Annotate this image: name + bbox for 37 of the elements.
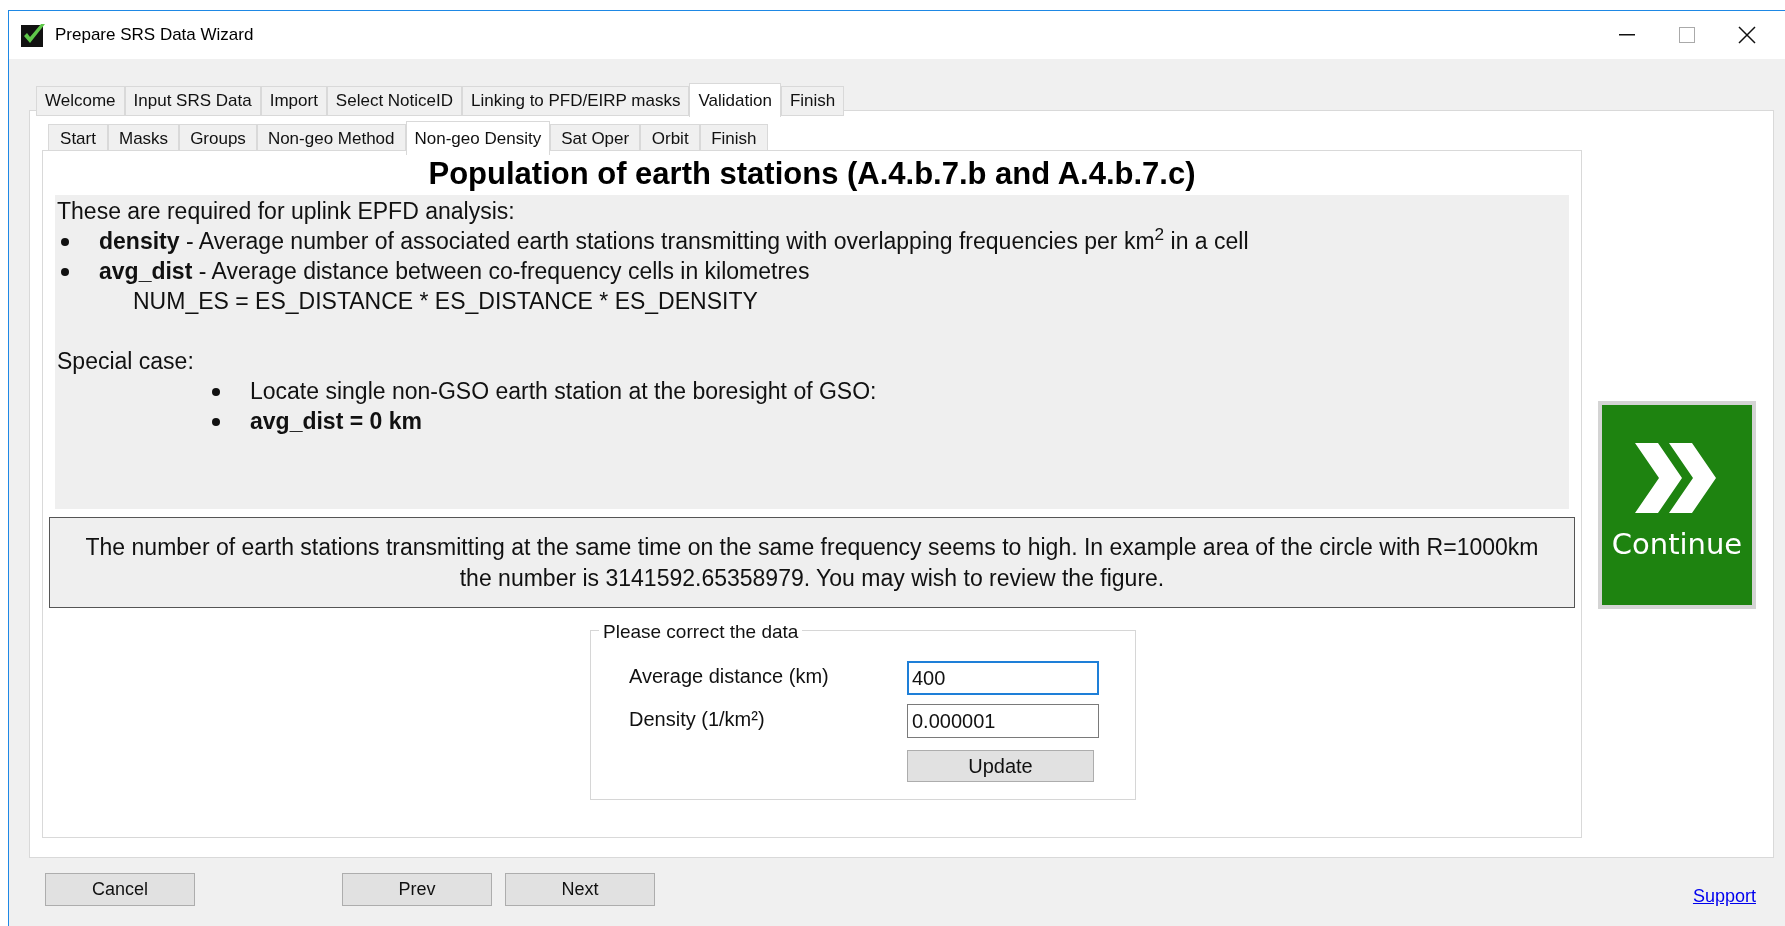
formula-text: NUM_ES = ES_DISTANCE * ES_DISTANCE * ES_DENSITY bbox=[133, 288, 758, 314]
bullet-text: avg_dist - Average distance between co-frequency cells in kilometres bbox=[99, 257, 810, 286]
bullet-icon bbox=[61, 238, 69, 246]
window-title: Prepare SRS Data Wizard bbox=[55, 24, 254, 47]
page-heading: Population of earth stations (A.4.b.7.b and A.4.b.7.c) bbox=[427, 155, 1197, 193]
next-button[interactable]: Next bbox=[505, 873, 655, 906]
input-field[interactable]: 0.000001 bbox=[907, 704, 1099, 738]
tab[interactable]: Input SRS Data bbox=[124, 86, 261, 116]
bullet-text: Locate single non-GSO earth station at the boresight of GSO: bbox=[250, 377, 877, 406]
intro-text: These are required for uplink EPFD analysis: bbox=[57, 198, 515, 224]
field-label: Density (1/km²) bbox=[629, 707, 766, 732]
update-button[interactable]: Update bbox=[907, 750, 1094, 782]
tab[interactable]: Linking to PFD/EIRP masks bbox=[462, 86, 690, 116]
cancel-button[interactable]: Cancel bbox=[45, 873, 195, 906]
warning-message: The number of earth stations transmitting at the same time on the same frequency seems to high. In example area of the circle with R=1000km the number is 3141592.65358979. You may wish to review the figure. bbox=[49, 517, 1575, 608]
field-label: Average distance (km) bbox=[629, 664, 830, 689]
prev-button[interactable]: Prev bbox=[342, 873, 492, 906]
tab[interactable]: Welcome bbox=[36, 86, 125, 116]
minimize-icon bbox=[1619, 34, 1635, 36]
chevrons-icon bbox=[1635, 443, 1719, 514]
special-case-label: Special case: bbox=[57, 348, 194, 374]
tab[interactable]: Import bbox=[260, 86, 327, 116]
continue-button[interactable]: Continue bbox=[1598, 401, 1756, 609]
app-check-icon bbox=[21, 23, 47, 47]
support-link[interactable]: Support bbox=[1692, 883, 1756, 910]
bullet-text: avg_dist = 0 km bbox=[250, 407, 422, 436]
tab[interactable]: Validation bbox=[689, 83, 781, 117]
input-field[interactable]: 400 bbox=[907, 661, 1099, 695]
tab[interactable]: Select NoticeID bbox=[326, 86, 463, 116]
bullet-icon bbox=[61, 268, 69, 276]
bullet-text: density - Average number of associated earth stations transmitting with overlapping frequencies per km$^{2}$ in a cell bbox=[99, 226, 1249, 256]
tab[interactable]: Finish bbox=[780, 86, 845, 116]
bullet-icon bbox=[212, 418, 220, 426]
maximize-icon bbox=[1679, 27, 1695, 43]
close-icon bbox=[1738, 26, 1756, 44]
bullet-icon bbox=[212, 388, 220, 396]
tab[interactable]: Non-geo Density bbox=[405, 121, 551, 155]
